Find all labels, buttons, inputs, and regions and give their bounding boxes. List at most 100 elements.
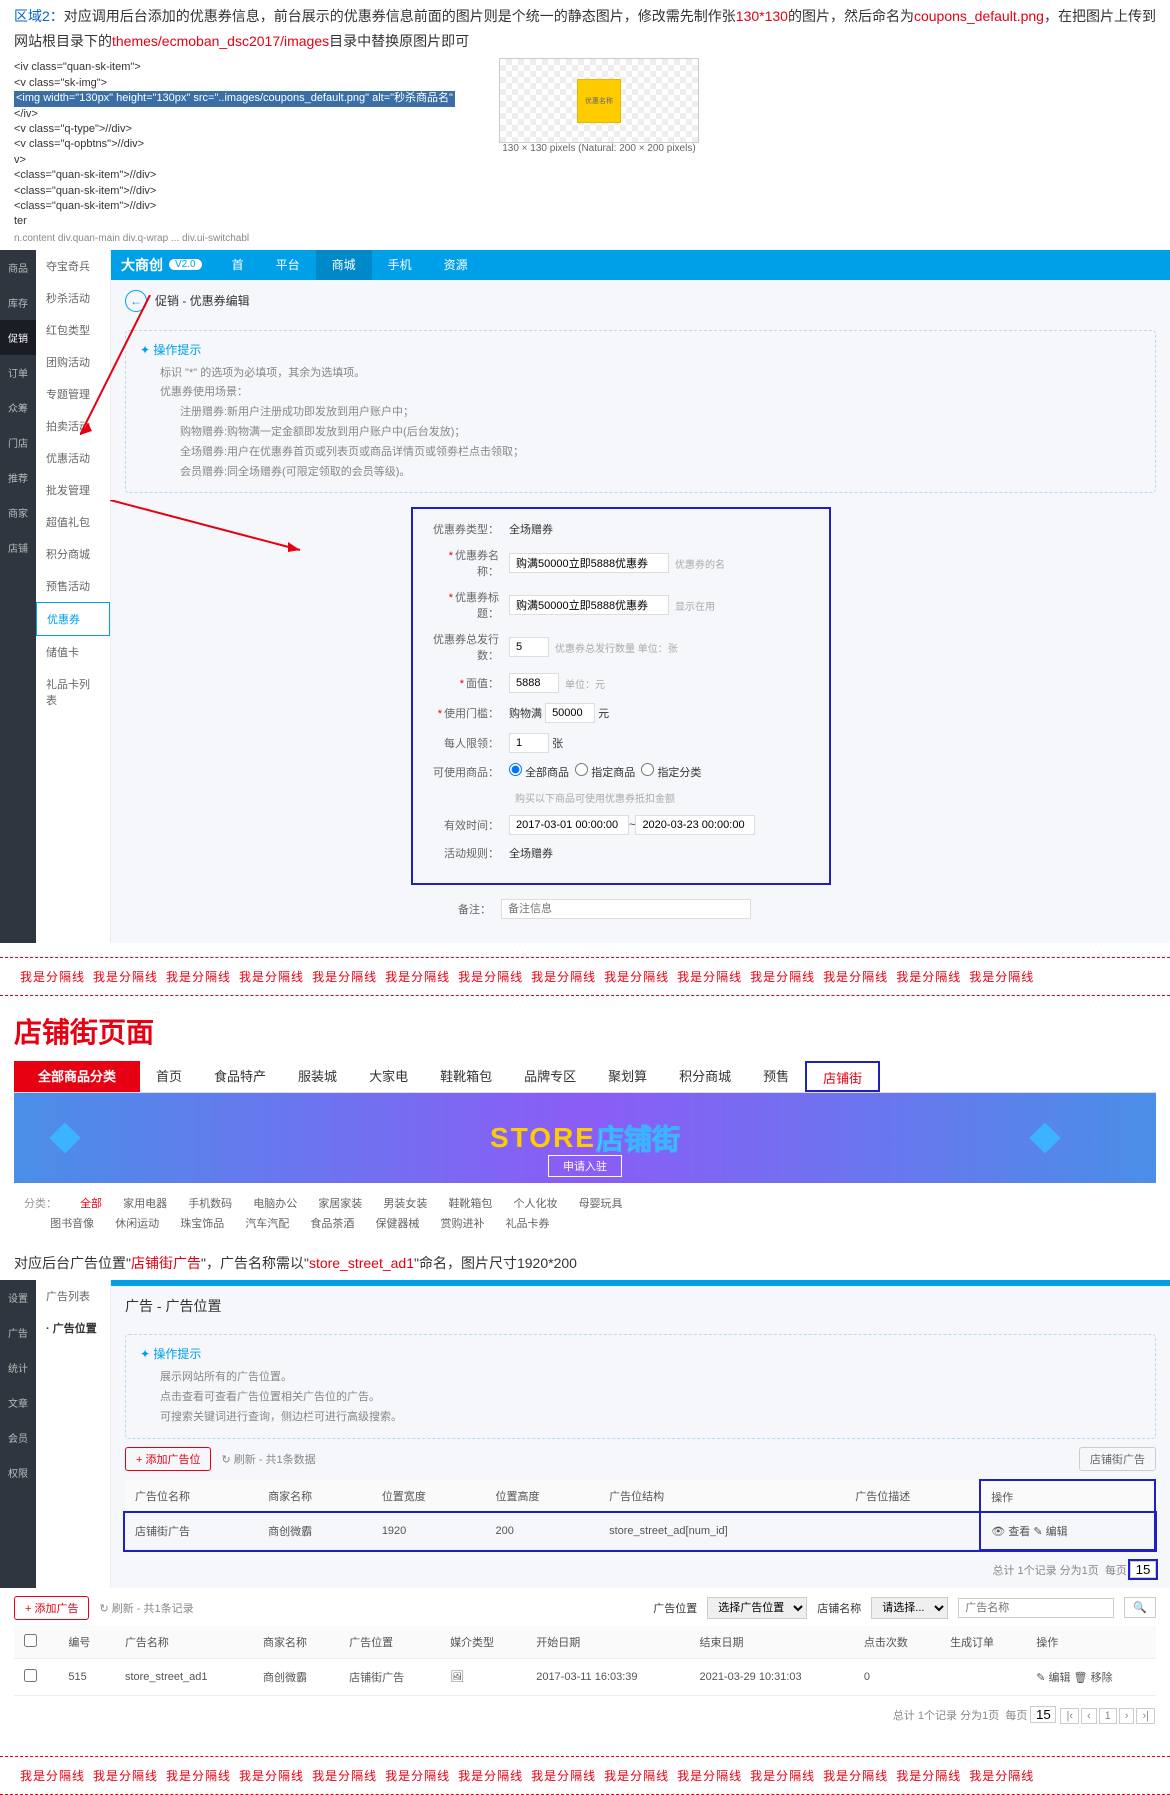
date-to[interactable] (635, 815, 755, 835)
subnav-item[interactable]: 拍卖活动 (36, 410, 110, 442)
leftbar-item[interactable]: 统计 (0, 1350, 36, 1385)
leftbar-item[interactable]: 设置 (0, 1280, 36, 1315)
leftbar-item[interactable]: 权限 (0, 1455, 36, 1490)
cat-item[interactable]: 休闲运动 (115, 1215, 159, 1235)
goods-radio-cat[interactable]: 指定分类 (641, 763, 701, 780)
subnav-item[interactable]: 优惠活动 (36, 442, 110, 474)
subnav-item[interactable]: 秒杀活动 (36, 282, 110, 314)
subnav-item[interactable]: 超值礼包 (36, 506, 110, 538)
subnav-item[interactable]: 红包类型 (36, 314, 110, 346)
search-input[interactable] (958, 1598, 1114, 1618)
cat-item[interactable]: 手机数码 (188, 1195, 232, 1215)
subnav-item-active[interactable]: 优惠券 (36, 602, 110, 636)
leftbar-item[interactable]: 推荐 (0, 460, 36, 495)
goods-radio-all[interactable]: 全部商品 (509, 763, 569, 780)
nav-tab[interactable]: 首页 (140, 1061, 198, 1092)
table-row[interactable]: 515 store_street_ad1 商创微霸 店铺街广告 🖼 2017-0… (14, 1658, 1156, 1695)
row-checkbox[interactable] (24, 1669, 37, 1682)
cond-input[interactable] (545, 703, 595, 723)
leftbar-item[interactable]: 库存 (0, 285, 36, 320)
leftbar-item[interactable]: 会员 (0, 1420, 36, 1455)
refresh-link[interactable]: ↻ 刷新 - 共1条数据 (221, 1451, 315, 1467)
subnav-item-active[interactable]: · 广告位置 (36, 1312, 110, 1344)
cat-item[interactable]: 家用电器 (123, 1195, 167, 1215)
position-select[interactable]: 选择广告位置 (707, 1597, 807, 1619)
remark-input[interactable] (501, 899, 751, 919)
goods-radio-spec[interactable]: 指定商品 (575, 763, 635, 780)
subnav-item[interactable]: 积分商城 (36, 538, 110, 570)
subnav-item[interactable]: 预售活动 (36, 570, 110, 602)
cat-item[interactable]: 赏购进补 (441, 1215, 485, 1235)
top-tab-active[interactable]: 商城 (316, 250, 372, 280)
cat-item[interactable]: 电脑办公 (253, 1195, 297, 1215)
subnav-item[interactable]: 礼品卡列表 (36, 668, 110, 716)
nav-tab[interactable]: 服装城 (282, 1061, 353, 1092)
leftbar-item[interactable]: 店铺 (0, 530, 36, 565)
leftbar-item[interactable]: 门店 (0, 425, 36, 460)
cat-item[interactable]: 珠宝饰品 (180, 1215, 224, 1235)
page-size-input[interactable] (1130, 1561, 1156, 1578)
view-link[interactable]: 👁 查看 (991, 1526, 1030, 1538)
coupon-title-input[interactable] (509, 595, 669, 615)
subnav-item[interactable]: 夺宝奇兵 (36, 250, 110, 282)
nav-tab[interactable]: 食品特产 (198, 1061, 282, 1092)
leftbar-item[interactable]: 订单 (0, 355, 36, 390)
subnav-item[interactable]: 专题管理 (36, 378, 110, 410)
face-input[interactable] (509, 673, 559, 693)
apply-button[interactable]: 申请入驻 (548, 1155, 622, 1177)
cat-item[interactable]: 全部 (80, 1195, 102, 1215)
add-ad-button[interactable]: + 添加广告 (14, 1596, 89, 1620)
all-categories-button[interactable]: 全部商品分类 (14, 1061, 140, 1092)
cat-item[interactable]: 男装女装 (383, 1195, 427, 1215)
top-tab[interactable]: 平台 (260, 250, 316, 280)
leftbar-item[interactable]: 商品 (0, 250, 36, 285)
nav-tab[interactable]: 大家电 (353, 1061, 424, 1092)
nav-tab[interactable]: 聚划算 (592, 1061, 663, 1092)
cat-item[interactable]: 保健器械 (375, 1215, 419, 1235)
subnav-item[interactable]: 批发管理 (36, 474, 110, 506)
nav-tab[interactable]: 品牌专区 (508, 1061, 592, 1092)
cat-item[interactable]: 母婴玩具 (579, 1195, 623, 1215)
back-icon[interactable]: ← (125, 290, 147, 312)
leftbar-item[interactable]: 文章 (0, 1385, 36, 1420)
page-prev-button[interactable]: ‹ (1081, 1708, 1097, 1724)
nav-tab[interactable]: 积分商城 (663, 1061, 747, 1092)
edit-link[interactable]: ✎ 编辑 (1033, 1526, 1067, 1538)
add-ad-position-button[interactable]: + 添加广告位 (125, 1447, 211, 1471)
cat-item[interactable]: 个人化妆 (514, 1195, 558, 1215)
edit-link[interactable]: ✎ 编辑 (1036, 1672, 1070, 1684)
nav-tab-store-street[interactable]: 店铺街 (805, 1061, 880, 1092)
page-next-button[interactable]: › (1119, 1708, 1135, 1724)
leftbar-item-active[interactable]: 促销 (0, 320, 36, 355)
cat-item[interactable]: 家居家装 (318, 1195, 362, 1215)
top-tab[interactable]: 首 (216, 250, 260, 280)
per-input[interactable] (509, 733, 549, 753)
search-icon[interactable]: 🔍 (1124, 1597, 1156, 1618)
coupon-name-input[interactable] (509, 553, 669, 573)
top-tab[interactable]: 手机 (372, 250, 428, 280)
subnav-item[interactable]: 储值卡 (36, 636, 110, 668)
nav-tab[interactable]: 预售 (747, 1061, 805, 1092)
leftbar-item[interactable]: 商家 (0, 495, 36, 530)
page-last-button[interactable]: ›| (1136, 1708, 1155, 1724)
cat-item[interactable]: 食品茶酒 (310, 1215, 354, 1235)
total-input[interactable] (509, 637, 549, 657)
refresh-link[interactable]: ↻ 刷新 - 共1条记录 (99, 1600, 193, 1616)
subnav-item[interactable]: 团购活动 (36, 346, 110, 378)
cat-item[interactable]: 鞋靴箱包 (448, 1195, 492, 1215)
nav-tab[interactable]: 鞋靴箱包 (424, 1061, 508, 1092)
top-tab[interactable]: 资源 (428, 250, 484, 280)
cat-item[interactable]: 礼品卡券 (506, 1215, 550, 1235)
cat-item[interactable]: 汽车汽配 (245, 1215, 289, 1235)
cat-item[interactable]: 图书音像 (50, 1215, 94, 1235)
subnav-item[interactable]: 广告列表 (36, 1280, 110, 1312)
remove-link[interactable]: 🗑 移除 (1074, 1672, 1113, 1684)
leftbar-item[interactable]: 广告 (0, 1315, 36, 1350)
page-size-input[interactable] (1030, 1706, 1056, 1723)
table-row[interactable]: 店铺街广告 商创微霸 1920 200 store_street_ad[num_… (125, 1513, 1155, 1550)
select-all-checkbox[interactable] (24, 1634, 37, 1647)
page-first-button[interactable]: |‹ (1060, 1708, 1079, 1724)
date-from[interactable] (509, 815, 629, 835)
filter-button[interactable]: 店铺街广告 (1079, 1447, 1156, 1471)
shop-select[interactable]: 请选择... (871, 1597, 948, 1619)
